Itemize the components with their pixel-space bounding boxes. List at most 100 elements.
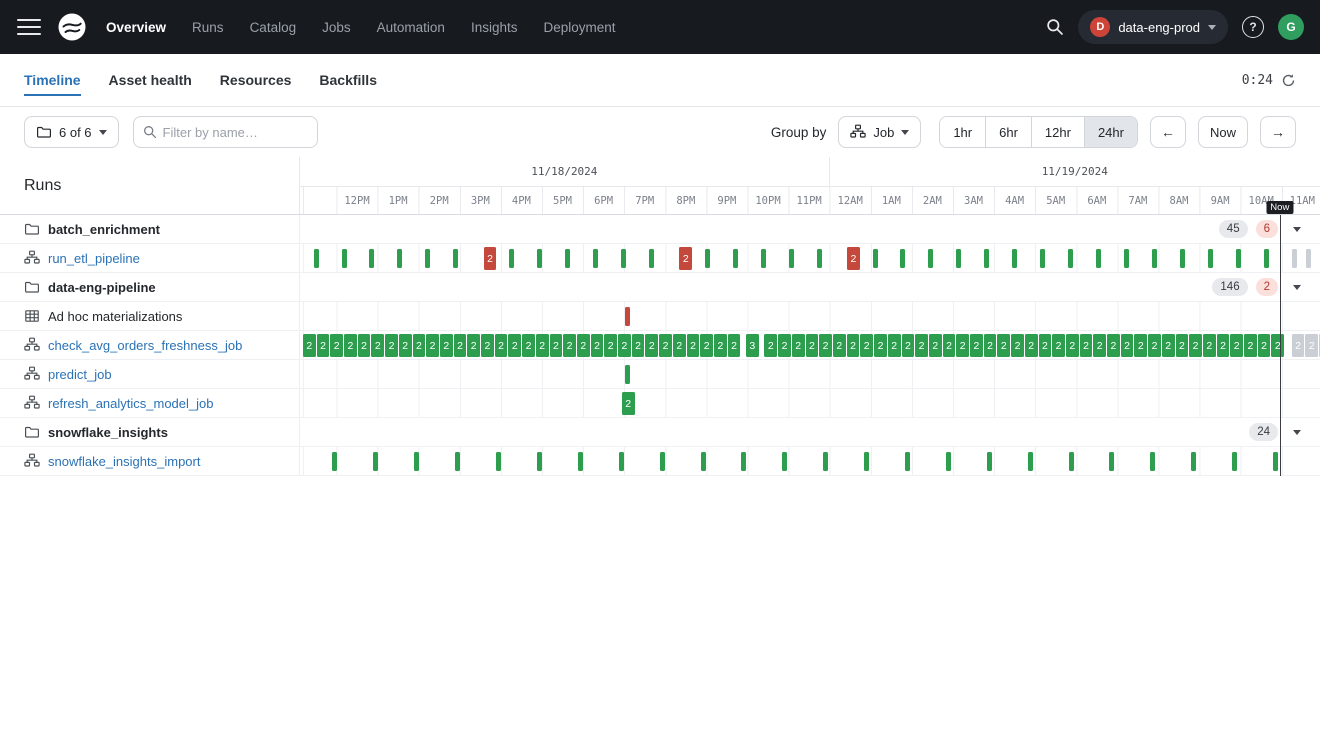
- run-scheduled[interactable]: 2: [1305, 334, 1318, 357]
- run-success[interactable]: [987, 452, 992, 471]
- now-button[interactable]: Now: [1198, 116, 1248, 148]
- run-success[interactable]: [1040, 249, 1045, 268]
- run-success[interactable]: 2: [833, 334, 846, 357]
- run-success[interactable]: 2: [550, 334, 563, 357]
- run-success[interactable]: 2: [764, 334, 777, 357]
- collapse-caret-icon[interactable]: [1286, 418, 1308, 446]
- run-success[interactable]: [1012, 249, 1017, 268]
- tab-resources[interactable]: Resources: [220, 54, 292, 106]
- run-success[interactable]: [414, 452, 419, 471]
- run-success[interactable]: [1236, 249, 1241, 268]
- run-success[interactable]: 2: [618, 334, 631, 357]
- run-success[interactable]: 2: [426, 334, 439, 357]
- run-success[interactable]: [619, 452, 624, 471]
- run-failure[interactable]: [625, 307, 630, 326]
- run-success[interactable]: 2: [1107, 334, 1120, 357]
- run-success[interactable]: [649, 249, 654, 268]
- run-success[interactable]: 2: [659, 334, 672, 357]
- run-success[interactable]: [509, 249, 514, 268]
- job-link[interactable]: run_etl_pipeline: [48, 251, 140, 266]
- help-button[interactable]: ?: [1242, 16, 1264, 38]
- run-success[interactable]: [1096, 249, 1101, 268]
- run-success[interactable]: [1180, 249, 1185, 268]
- range-button-12hr[interactable]: 12hr: [1031, 117, 1084, 147]
- range-button-24hr[interactable]: 24hr: [1084, 117, 1137, 147]
- run-success[interactable]: 2: [929, 334, 942, 357]
- run-success[interactable]: 2: [454, 334, 467, 357]
- run-success[interactable]: 2: [344, 334, 357, 357]
- run-success[interactable]: 2: [508, 334, 521, 357]
- tab-backfills[interactable]: Backfills: [319, 54, 377, 106]
- run-success[interactable]: [1124, 249, 1129, 268]
- collapse-caret-icon[interactable]: [1286, 273, 1308, 301]
- run-success[interactable]: [956, 249, 961, 268]
- dagster-logo-icon[interactable]: [56, 11, 88, 43]
- run-success[interactable]: 2: [467, 334, 480, 357]
- run-success[interactable]: 2: [984, 334, 997, 357]
- run-failure[interactable]: 2: [484, 247, 497, 270]
- run-success[interactable]: 2: [622, 392, 635, 415]
- run-success[interactable]: 2: [778, 334, 791, 357]
- run-success[interactable]: 2: [728, 334, 741, 357]
- run-success[interactable]: 2: [902, 334, 915, 357]
- run-success[interactable]: 2: [888, 334, 901, 357]
- run-success[interactable]: [1232, 452, 1237, 471]
- run-success[interactable]: 2: [1217, 334, 1230, 357]
- run-success[interactable]: [789, 249, 794, 268]
- deployment-switcher[interactable]: D data-eng-prod: [1078, 10, 1228, 44]
- run-success[interactable]: [741, 452, 746, 471]
- run-success[interactable]: [537, 452, 542, 471]
- run-success[interactable]: 2: [303, 334, 316, 357]
- run-success[interactable]: 2: [563, 334, 576, 357]
- run-success[interactable]: [621, 249, 626, 268]
- nav-item-jobs[interactable]: Jobs: [322, 20, 351, 35]
- run-success[interactable]: 2: [591, 334, 604, 357]
- run-success[interactable]: 2: [687, 334, 700, 357]
- run-success[interactable]: [625, 365, 630, 384]
- run-success[interactable]: [1109, 452, 1114, 471]
- collapse-caret-icon[interactable]: [1286, 215, 1308, 243]
- run-scheduled[interactable]: [1306, 249, 1311, 268]
- run-success[interactable]: 2: [1258, 334, 1271, 357]
- user-avatar[interactable]: G: [1278, 14, 1304, 40]
- nav-item-insights[interactable]: Insights: [471, 20, 518, 35]
- run-success[interactable]: 2: [385, 334, 398, 357]
- run-success[interactable]: [928, 249, 933, 268]
- run-success[interactable]: 2: [943, 334, 956, 357]
- run-success[interactable]: 2: [1189, 334, 1202, 357]
- prev-range-button[interactable]: ←: [1150, 116, 1186, 148]
- run-success[interactable]: 2: [604, 334, 617, 357]
- run-success[interactable]: 2: [371, 334, 384, 357]
- nav-item-automation[interactable]: Automation: [377, 20, 445, 35]
- nav-item-deployment[interactable]: Deployment: [543, 20, 615, 35]
- run-success[interactable]: [984, 249, 989, 268]
- run-success[interactable]: 3: [746, 334, 759, 357]
- run-success[interactable]: 2: [399, 334, 412, 357]
- run-success[interactable]: 2: [317, 334, 330, 357]
- run-success[interactable]: [1069, 452, 1074, 471]
- run-success[interactable]: 2: [1066, 334, 1079, 357]
- run-success[interactable]: 2: [970, 334, 983, 357]
- run-failure[interactable]: 2: [679, 247, 692, 270]
- run-success[interactable]: 2: [358, 334, 371, 357]
- run-success[interactable]: 2: [1176, 334, 1189, 357]
- run-success[interactable]: [1191, 452, 1196, 471]
- run-success[interactable]: [332, 452, 337, 471]
- run-success[interactable]: 2: [1134, 334, 1147, 357]
- run-success[interactable]: [453, 249, 458, 268]
- run-success[interactable]: [1150, 452, 1155, 471]
- run-success[interactable]: [1152, 249, 1157, 268]
- run-success[interactable]: 2: [1121, 334, 1134, 357]
- run-scheduled[interactable]: 2: [1292, 334, 1305, 357]
- run-failure[interactable]: 2: [847, 247, 860, 270]
- refresh-icon[interactable]: [1281, 73, 1296, 88]
- run-success[interactable]: [455, 452, 460, 471]
- run-success[interactable]: 2: [997, 334, 1010, 357]
- search-icon[interactable]: [1046, 18, 1064, 36]
- run-success[interactable]: [1068, 249, 1073, 268]
- run-success[interactable]: [1208, 249, 1213, 268]
- run-success[interactable]: 2: [522, 334, 535, 357]
- nav-item-runs[interactable]: Runs: [192, 20, 224, 35]
- run-success[interactable]: 2: [645, 334, 658, 357]
- run-success[interactable]: 2: [495, 334, 508, 357]
